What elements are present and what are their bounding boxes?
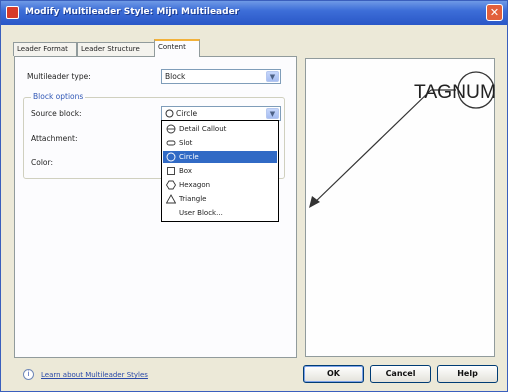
hexagon-icon xyxy=(166,180,176,190)
slot-icon xyxy=(166,140,176,146)
tab-content[interactable]: Content xyxy=(154,39,200,57)
tag-text: TAGNUM xyxy=(414,82,496,103)
help-link[interactable]: Learn about Multileader Styles xyxy=(41,371,148,379)
triangle-icon xyxy=(166,194,176,204)
multileader-preview: TAGNUM xyxy=(309,71,496,208)
chevron-down-icon[interactable]: ▼ xyxy=(266,71,279,82)
help-button[interactable]: Help xyxy=(437,365,498,383)
source-block-label: Source block: xyxy=(31,109,82,118)
circle-icon xyxy=(166,152,176,162)
dropdown-item-label: Circle xyxy=(179,153,199,161)
circle-icon xyxy=(165,109,174,118)
dropdown-item-label: Hexagon xyxy=(179,181,211,189)
tab-leader-structure[interactable]: Leader Structure xyxy=(77,42,155,56)
dropdown-item-hexagon[interactable]: Hexagon xyxy=(163,179,277,191)
close-button[interactable]: ✕ xyxy=(486,4,503,21)
leader-line xyxy=(310,89,432,207)
dropdown-item-label: Triangle xyxy=(179,195,207,203)
detail-callout-icon xyxy=(166,124,176,134)
chevron-down-icon[interactable]: ▼ xyxy=(266,108,279,119)
multileader-type-select[interactable]: Block ▼ xyxy=(161,69,281,84)
dropdown-item-label: Detail Callout xyxy=(179,125,227,133)
source-block-dropdown[interactable]: Detail Callout Slot Circle Box Hexagon T… xyxy=(161,120,279,222)
window-title: Modify Multileader Style: Mijn Multilead… xyxy=(25,7,240,17)
dropdown-item-label: Box xyxy=(179,167,193,175)
title-bar[interactable]: Modify Multileader Style: Mijn Multilead… xyxy=(1,1,507,25)
source-block-select[interactable]: Circle ▼ xyxy=(161,106,281,121)
dropdown-item-label: Slot xyxy=(179,139,193,147)
color-label: Color: xyxy=(31,158,53,167)
dropdown-item-slot[interactable]: Slot xyxy=(163,137,277,149)
dropdown-item-circle[interactable]: Circle xyxy=(163,151,277,163)
info-icon: i xyxy=(23,369,34,380)
preview-pane: TAGNUM xyxy=(305,58,496,357)
ok-button[interactable]: OK xyxy=(303,365,364,383)
multileader-type-value: Block xyxy=(165,72,186,81)
dropdown-item-box[interactable]: Box xyxy=(163,165,277,177)
app-icon xyxy=(6,6,19,19)
arrowhead-icon xyxy=(309,196,320,208)
dropdown-item-user-block[interactable]: User Block... xyxy=(163,207,277,219)
box-icon xyxy=(167,167,175,175)
tab-leader-format[interactable]: Leader Format xyxy=(13,42,77,56)
cancel-button[interactable]: Cancel xyxy=(370,365,431,383)
block-options-title: Block options xyxy=(31,92,86,101)
multileader-type-label: Multileader type: xyxy=(27,72,91,81)
dialog-window: Modify Multileader Style: Mijn Multilead… xyxy=(0,0,508,392)
dropdown-item-detail-callout[interactable]: Detail Callout xyxy=(163,123,277,135)
dropdown-item-triangle[interactable]: Triangle xyxy=(163,193,277,205)
dropdown-item-label: User Block... xyxy=(179,209,223,217)
attachment-label: Attachment: xyxy=(31,134,78,143)
